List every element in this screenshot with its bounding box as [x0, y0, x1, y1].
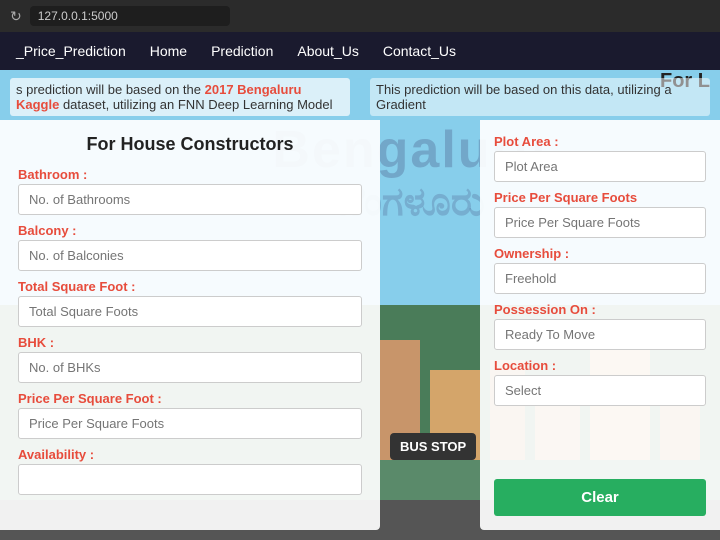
location-field-group: Location : — [494, 358, 706, 406]
plot-area-field-group: Plot Area : — [494, 134, 706, 182]
price-sqft-input[interactable] — [18, 408, 362, 439]
possession-input[interactable] — [494, 319, 706, 350]
location-label: Location : — [494, 358, 706, 373]
price-sqft-right-field-group: Price Per Square Foots — [494, 190, 706, 238]
price-sqft-right-label: Price Per Square Foots — [494, 190, 706, 205]
availability-input[interactable] — [18, 464, 362, 495]
balcony-field-group: Balcony : — [18, 223, 362, 271]
plot-area-input[interactable] — [494, 151, 706, 182]
possession-field-group: Possession On : — [494, 302, 706, 350]
panel-left-title: For House Constructors — [18, 134, 362, 155]
nav-contact[interactable]: Contact_Us — [383, 43, 456, 59]
bathroom-input[interactable] — [18, 184, 362, 215]
address-bar[interactable]: 127.0.0.1:5000 — [30, 6, 230, 26]
browser-chrome: ↻ 127.0.0.1:5000 — [0, 0, 720, 32]
reload-icon[interactable]: ↻ — [10, 8, 22, 25]
total-sqft-input[interactable] — [18, 296, 362, 327]
hero-section: Bengaluru ಬೆಂಗಳೂರು BUS STOP s prediction… — [0, 70, 720, 540]
panel-right: Plot Area : Price Per Square Foots Owner… — [480, 120, 720, 530]
bathroom-field-group: Bathroom : — [18, 167, 362, 215]
bhk-field-group: BHK : — [18, 335, 362, 383]
nav-about[interactable]: About_Us — [297, 43, 358, 59]
prediction-text: s prediction will be based on the 2017 B… — [0, 78, 720, 116]
nav-prediction[interactable]: Prediction — [211, 43, 273, 59]
prediction-left: s prediction will be based on the 2017 B… — [10, 78, 350, 116]
panel-left: For House Constructors Bathroom : Balcon… — [0, 120, 380, 530]
ownership-field-group: Ownership : — [494, 246, 706, 294]
total-sqft-field-group: Total Square Foot : — [18, 279, 362, 327]
possession-label: Possession On : — [494, 302, 706, 317]
prediction-right: This prediction will be based on this da… — [370, 78, 710, 116]
balcony-input[interactable] — [18, 240, 362, 271]
navbar: _Price_Prediction Home Prediction About_… — [0, 32, 720, 70]
price-sqft-right-input[interactable] — [494, 207, 706, 238]
plot-area-label: Plot Area : — [494, 134, 706, 149]
pred-left-end: dataset, utilizing an FNN Deep Learning … — [59, 97, 332, 112]
nav-brand[interactable]: _Price_Prediction — [16, 43, 126, 59]
pred-left-start: s prediction will be based on the — [16, 82, 205, 97]
price-sqft-field-group: Price Per Square Foot : — [18, 391, 362, 439]
ownership-input[interactable] — [494, 263, 706, 294]
nav-home[interactable]: Home — [150, 43, 187, 59]
bhk-input[interactable] — [18, 352, 362, 383]
clear-button[interactable]: Clear — [494, 479, 706, 516]
availability-field-group: Availability : — [18, 447, 362, 495]
ownership-label: Ownership : — [494, 246, 706, 261]
bhk-label: BHK : — [18, 335, 362, 350]
price-sqft-label: Price Per Square Foot : — [18, 391, 362, 406]
availability-label: Availability : — [18, 447, 362, 462]
total-sqft-label: Total Square Foot : — [18, 279, 362, 294]
balcony-label: Balcony : — [18, 223, 362, 238]
bathroom-label: Bathroom : — [18, 167, 362, 182]
forms-container: For House Constructors Bathroom : Balcon… — [0, 120, 720, 530]
location-input[interactable] — [494, 375, 706, 406]
